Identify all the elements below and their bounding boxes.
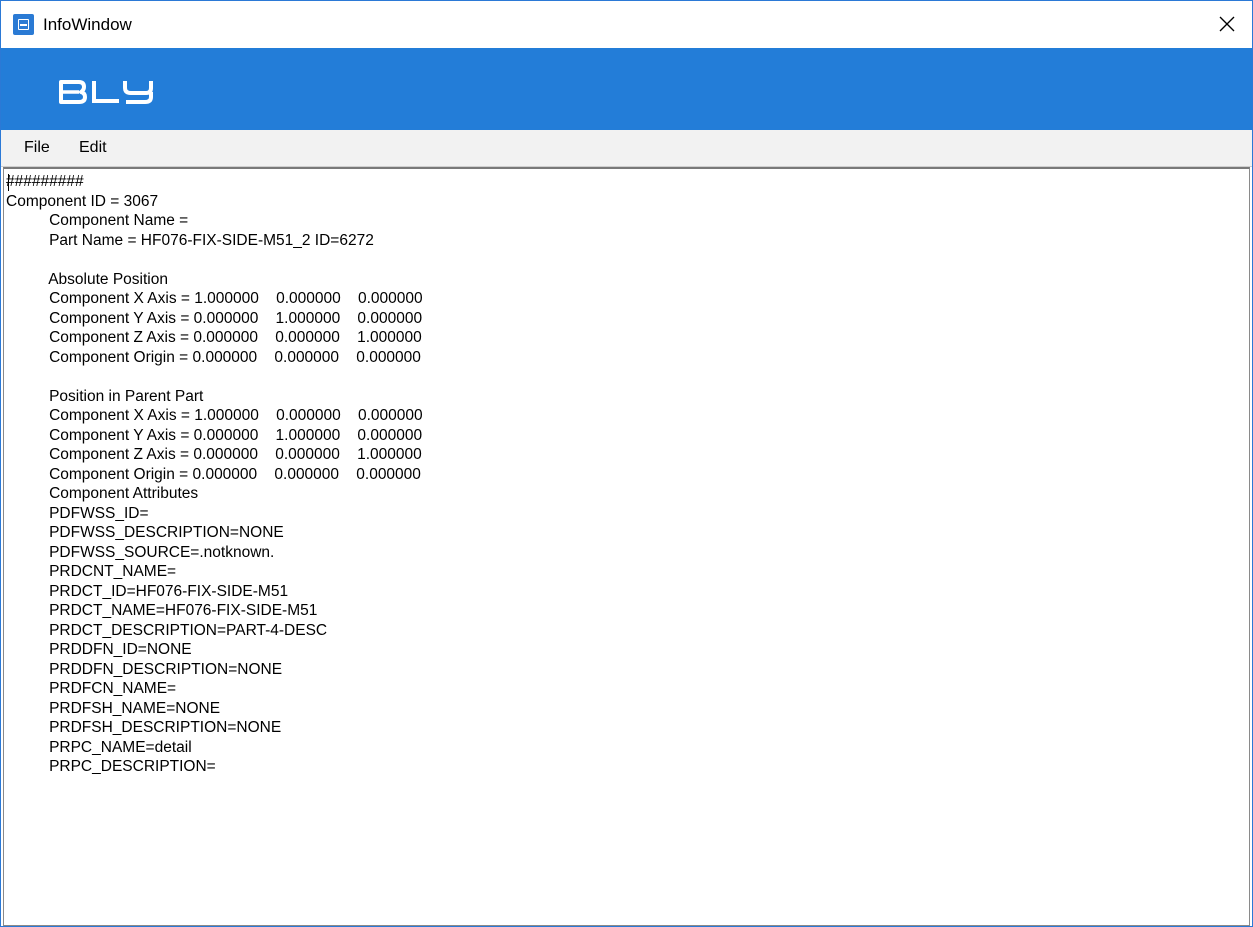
menu-bar: File Edit xyxy=(1,130,1252,167)
component-info-text: ######### Component ID = 3067 Component … xyxy=(6,173,423,775)
bly-logo xyxy=(59,80,153,104)
menu-file[interactable]: File xyxy=(20,138,54,158)
info-window: InfoWindow File Edit ######### Component… xyxy=(0,0,1253,927)
brand-banner xyxy=(1,48,1252,130)
close-x-icon xyxy=(1219,16,1235,32)
info-text-area[interactable]: ######### Component ID = 3067 Component … xyxy=(3,167,1250,926)
window-title: InfoWindow xyxy=(43,15,132,34)
title-bar[interactable]: InfoWindow xyxy=(1,1,1252,48)
close-button[interactable] xyxy=(1205,5,1249,43)
window-app-icon xyxy=(13,14,34,35)
menu-edit[interactable]: Edit xyxy=(75,138,111,158)
text-caret xyxy=(8,174,9,191)
